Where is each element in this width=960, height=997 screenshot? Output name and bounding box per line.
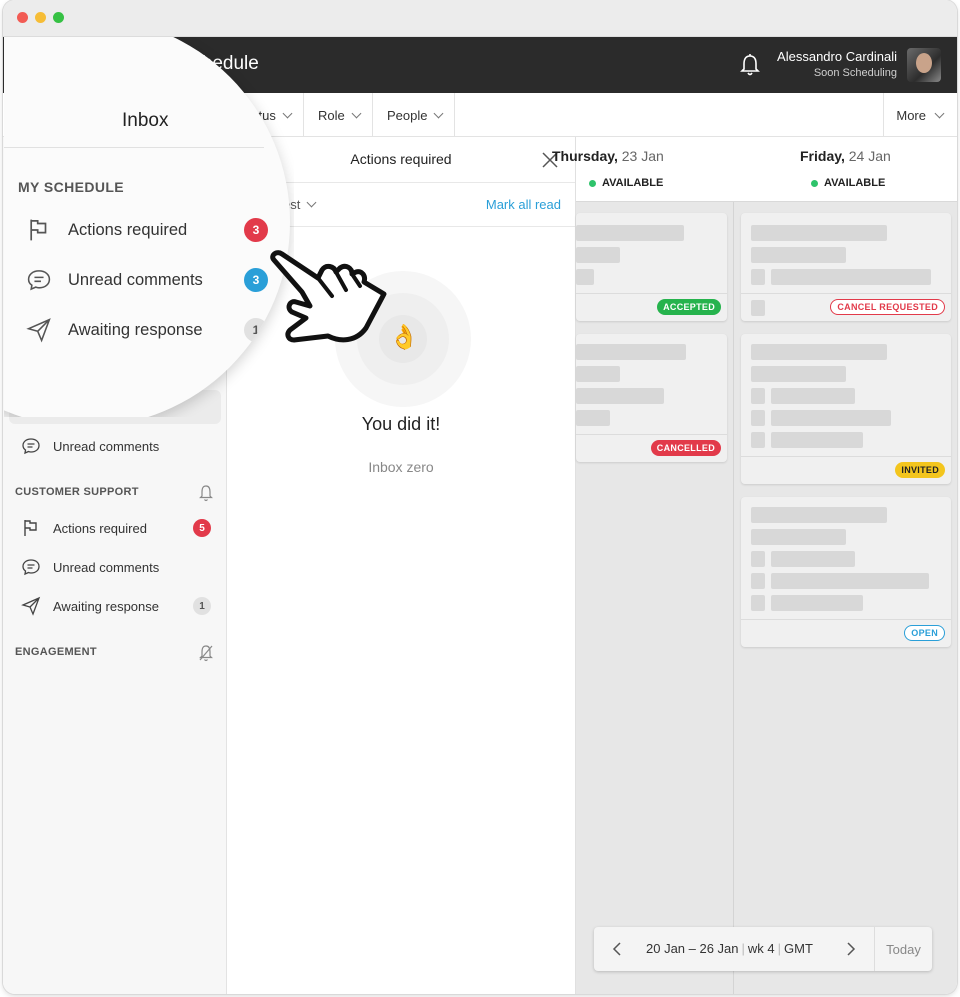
page-title: My Schedule bbox=[149, 53, 259, 74]
section-title-engagement: ENGAGEMENT bbox=[15, 646, 97, 658]
role-filter-label: Role bbox=[318, 107, 345, 123]
sidebar-item-label: Unread comments bbox=[53, 438, 160, 454]
sidebar-item-leave-actions[interactable]: Actions required bbox=[9, 390, 221, 424]
shift-card[interactable]: OPEN bbox=[741, 497, 951, 647]
search-icon bbox=[17, 106, 35, 124]
role-filter[interactable]: Role bbox=[306, 93, 373, 137]
calendar-header: Thursday, 23 Jan AVAILABLE Friday, 24 Ja… bbox=[552, 137, 957, 202]
week-dates: 20 Jan – 26 Jan bbox=[646, 941, 739, 956]
status-badge: ACCEPTED bbox=[657, 299, 721, 315]
status-filter[interactable]: Status bbox=[227, 93, 304, 137]
menu-toggle-button[interactable] bbox=[23, 52, 49, 78]
chevron-down-icon bbox=[306, 197, 317, 208]
day-name: Friday, bbox=[800, 148, 845, 164]
panel-header: Actions required bbox=[227, 137, 575, 183]
empty-state-title: You did it! bbox=[361, 414, 441, 434]
window-titlebar bbox=[3, 0, 957, 37]
availability-status: AVAILABLE bbox=[811, 177, 885, 189]
flag-icon bbox=[24, 399, 37, 415]
week-number: wk 4 bbox=[747, 941, 775, 956]
day-label: Friday, 24 Jan bbox=[800, 148, 891, 164]
bell-icon[interactable] bbox=[198, 484, 214, 502]
day-header-friday[interactable]: Friday, 24 Jan AVAILABLE bbox=[736, 137, 957, 202]
user-name[interactable]: Alessandro Cardinali bbox=[777, 49, 897, 64]
count-badge: 1 bbox=[193, 597, 211, 615]
sort-label: Newest bbox=[257, 197, 301, 212]
day-date: 24 Jan bbox=[848, 148, 891, 164]
panel-toolbar: Newest Mark all read bbox=[227, 183, 575, 227]
sidebar-item-leave-comments[interactable]: Unread comments bbox=[9, 429, 221, 463]
status-filter-label: Status bbox=[239, 107, 276, 123]
sidebar-item-label: Actions required bbox=[53, 520, 147, 536]
status-badge: CANCELLED bbox=[650, 440, 721, 456]
available-dot-icon bbox=[589, 179, 596, 187]
bell-muted-icon[interactable] bbox=[198, 644, 214, 662]
search-box bbox=[3, 93, 227, 137]
user-organization: Soon Scheduling bbox=[813, 67, 897, 79]
people-filter-label: People bbox=[387, 107, 428, 123]
sidebar-item-label: Actions required bbox=[53, 399, 147, 415]
chevron-down-icon bbox=[351, 108, 362, 118]
week-navigator: 20 Jan – 26 Jan | wk 4 | GMT Today bbox=[594, 927, 932, 971]
section-title-customer-support: CUSTOMER SUPPORT bbox=[15, 486, 139, 498]
chevron-down-icon bbox=[934, 108, 945, 118]
close-window-button[interactable] bbox=[17, 12, 28, 23]
shift-card[interactable]: INVITED bbox=[741, 334, 951, 484]
timezone-label: GMT bbox=[784, 941, 813, 956]
ok-hand-icon: 👌 bbox=[389, 324, 419, 351]
search-input[interactable] bbox=[47, 105, 217, 121]
chevron-down-icon bbox=[282, 108, 293, 118]
comment-icon bbox=[22, 438, 40, 455]
inbox-sidebar: LEAVE Actions required Unread comments C… bbox=[3, 137, 227, 994]
more-label: More bbox=[896, 107, 926, 123]
sidebar-item-support-comments[interactable]: Unread comments bbox=[9, 550, 221, 584]
available-dot-icon bbox=[811, 179, 818, 187]
sidebar-item-support-actions[interactable]: Actions required 5 bbox=[9, 511, 221, 545]
people-filter[interactable]: People bbox=[375, 93, 456, 137]
column-divider bbox=[733, 202, 734, 994]
more-filters-button[interactable]: More bbox=[883, 93, 957, 137]
count-badge: 5 bbox=[193, 519, 211, 537]
sidebar-item-label: Unread comments bbox=[53, 559, 160, 575]
notifications-bell-icon[interactable] bbox=[739, 53, 761, 77]
status-badge: CANCEL REQUESTED bbox=[830, 299, 945, 315]
availability-status: AVAILABLE bbox=[589, 177, 663, 189]
pointing-hand-icon bbox=[270, 250, 387, 343]
app-header: soon My Schedule Alessandro Cardinali So… bbox=[3, 37, 957, 93]
empty-state-subtitle: Inbox zero bbox=[368, 459, 434, 475]
app-logo[interactable]: soon bbox=[71, 37, 131, 93]
day-name: Thursday, bbox=[552, 148, 618, 164]
app-window: soon My Schedule Alessandro Cardinali So… bbox=[3, 0, 957, 994]
status-badge: OPEN bbox=[904, 625, 945, 641]
sidebar-item-label: Awaiting response bbox=[53, 598, 159, 614]
section-title-leave: LEAVE bbox=[15, 365, 53, 377]
previous-week-chevron-icon[interactable] bbox=[612, 942, 622, 956]
send-icon bbox=[21, 596, 41, 616]
shift-card[interactable]: CANCELLED bbox=[576, 334, 727, 462]
filter-bar: Status Role People More bbox=[3, 93, 957, 137]
mark-all-read-link[interactable]: Mark all read bbox=[486, 197, 561, 212]
next-week-chevron-icon[interactable] bbox=[846, 942, 856, 956]
sidebar-item-support-awaiting[interactable]: Awaiting response 1 bbox=[9, 589, 221, 623]
week-range-label: 20 Jan – 26 Jan | wk 4 | GMT bbox=[646, 941, 813, 956]
sort-dropdown[interactable]: Newest bbox=[257, 197, 317, 212]
shift-card[interactable]: CANCEL REQUESTED bbox=[741, 213, 951, 321]
status-badge: INVITED bbox=[895, 462, 945, 478]
flag-icon bbox=[24, 520, 37, 536]
availability-label: AVAILABLE bbox=[824, 177, 886, 189]
shift-card[interactable]: ACCEPTED bbox=[576, 213, 727, 321]
maximize-window-button[interactable] bbox=[53, 12, 64, 23]
day-header-thursday[interactable]: Thursday, 23 Jan AVAILABLE bbox=[552, 137, 733, 202]
calendar-week-view: Thursday, 23 Jan AVAILABLE Friday, 24 Ja… bbox=[552, 137, 957, 994]
avatar[interactable] bbox=[907, 48, 941, 82]
today-button[interactable]: Today bbox=[874, 927, 932, 971]
availability-label: AVAILABLE bbox=[602, 177, 664, 189]
chevron-down-icon bbox=[434, 108, 444, 118]
day-label: Thursday, 23 Jan bbox=[552, 148, 664, 164]
panel-title: Actions required bbox=[350, 151, 452, 167]
comment-icon bbox=[22, 559, 40, 576]
minimize-window-button[interactable] bbox=[35, 12, 46, 23]
day-date: 23 Jan bbox=[621, 148, 664, 164]
